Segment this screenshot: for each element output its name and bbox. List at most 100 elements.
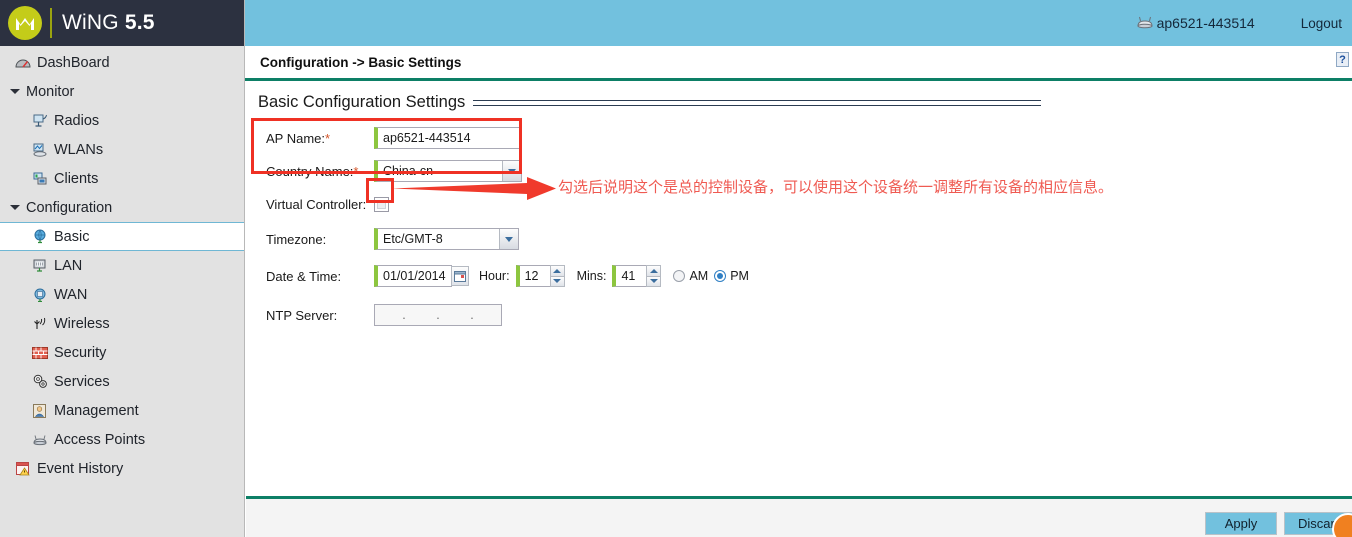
form-row-timezone: Timezone: Etc/GMT-8 (266, 225, 1352, 253)
sidebar-item-label: Access Points (54, 431, 146, 448)
globe-icon (31, 229, 49, 245)
wireless-icon (31, 316, 49, 332)
am-label: AM (689, 269, 709, 283)
hour-input[interactable]: 12 (515, 265, 551, 287)
sidebar-item-label: WLANs (54, 141, 104, 158)
wan-icon (31, 287, 49, 303)
access-point-icon (31, 432, 49, 448)
sidebar-group-configuration[interactable]: Configuration (0, 193, 244, 222)
sidebar-item-lan[interactable]: LAN (0, 251, 244, 280)
basic-configuration-form: AP Name:* ap6521-443514 Country Name:* C… (246, 124, 1352, 329)
sidebar-item-access-points[interactable]: Access Points (0, 425, 244, 454)
hour-stepper-down[interactable] (549, 276, 565, 287)
hour-stepper[interactable] (549, 265, 565, 287)
mins-label: Mins: (576, 269, 607, 283)
sidebar-item-label: Security (54, 344, 107, 361)
sidebar-item-management[interactable]: Management (0, 396, 244, 425)
sidebar-item-security[interactable]: Security (0, 338, 244, 367)
sidebar-item-wireless[interactable]: Wireless (0, 309, 244, 338)
sidebar-item-label: Services (54, 373, 110, 390)
required-marker: * (353, 163, 359, 179)
sidebar-item-wlans[interactable]: WLANs (0, 135, 244, 164)
mins-stepper[interactable] (646, 265, 662, 287)
sidebar: WiNG 5.5 DashBoard Monitor Radios WLANs … (0, 0, 245, 537)
virtual-controller-checkbox[interactable] (374, 196, 389, 212)
apply-button[interactable]: Apply (1205, 512, 1277, 535)
brand-name-light: WiNG (62, 11, 125, 34)
sidebar-item-label: Event History (37, 460, 124, 477)
brand-version: 5.5 (124, 11, 155, 34)
hour-label: Hour: (479, 269, 510, 283)
ntp-octet-separator: . (436, 308, 440, 322)
sidebar-item-label: Clients (54, 170, 99, 187)
ntp-octet-separator: . (470, 308, 474, 322)
calendar-icon[interactable] (451, 266, 469, 286)
application-window: WiNG 5.5 DashBoard Monitor Radios WLANs … (0, 0, 1352, 537)
gears-icon (31, 374, 49, 390)
logout-button[interactable]: Logout (1301, 16, 1342, 31)
required-marker: * (325, 130, 331, 146)
sidebar-item-clients[interactable]: Clients (0, 164, 244, 193)
sidebar-item-label: Management (54, 402, 139, 419)
sidebar-item-label: Basic (54, 228, 90, 245)
help-icon[interactable]: ? (1336, 52, 1349, 67)
sidebar-group-monitor[interactable]: Monitor (0, 77, 244, 106)
sidebar-item-services[interactable]: Services (0, 367, 244, 396)
sidebar-item-label: DashBoard (37, 54, 110, 71)
ntp-octet-separator: . (402, 308, 406, 322)
date-time-label: Date & Time: (266, 268, 342, 284)
triangle-down-icon (10, 205, 20, 210)
top-bar: ap6521-443514 Logout (245, 0, 1352, 46)
sidebar-item-wan[interactable]: WAN (0, 280, 244, 309)
event-history-icon (14, 461, 32, 477)
device-name: ap6521-443514 (1156, 15, 1255, 31)
panel-header: Basic Configuration Settings (246, 81, 1352, 112)
date-input[interactable]: 01/01/2014 (374, 265, 452, 287)
motorola-logo-icon (8, 6, 42, 40)
timezone-label: Timezone: (266, 231, 327, 247)
sidebar-group-label: Monitor (26, 83, 75, 100)
mins-stepper-down[interactable] (646, 276, 662, 287)
dashboard-icon (14, 55, 32, 71)
mins-stepper-up[interactable] (646, 265, 662, 277)
mins-input[interactable]: 41 (612, 265, 648, 287)
country-name-select[interactable]: China-cn (374, 160, 522, 182)
brand-divider (50, 8, 52, 38)
country-name-label: Country Name:* (266, 163, 359, 179)
chevron-down-icon[interactable] (502, 161, 521, 181)
access-point-icon (1135, 15, 1155, 32)
am-radio[interactable] (673, 270, 686, 282)
ntp-server-input[interactable]: . . . (374, 304, 502, 326)
page-title: Basic Configuration Settings (258, 93, 466, 111)
pm-radio[interactable] (714, 270, 727, 282)
ap-name-input[interactable]: ap6521-443514 (374, 127, 522, 149)
content-area: Basic Configuration Settings AP Name:* a… (246, 81, 1352, 496)
pm-label: PM (730, 269, 749, 283)
sidebar-item-dashboard[interactable]: DashBoard (0, 48, 244, 77)
sidebar-item-event-history[interactable]: Event History (0, 454, 244, 483)
footer-bar: Apply Discard (246, 496, 1352, 537)
hour-stepper-up[interactable] (549, 265, 565, 277)
country-name-value: China-cn (383, 164, 434, 178)
triangle-down-icon (10, 89, 20, 94)
breadcrumb: Configuration -> Basic Settings (260, 54, 462, 70)
annotation-note: 勾选后说明这个是总的控制设备，可以使用这个设备统一调整所有设备的相应信息。 (558, 178, 1114, 196)
ap-name-label: AP Name:* (266, 130, 331, 146)
brand-title: WiNG 5.5 (62, 11, 155, 35)
form-row-date-time: Date & Time: 01/01/2014 Hour: 12 Mins: 4… (266, 262, 1352, 290)
firewall-icon (31, 345, 49, 361)
sidebar-item-label: LAN (54, 257, 83, 274)
chevron-down-icon[interactable] (499, 229, 518, 249)
device-indicator: ap6521-443514 (1135, 15, 1255, 32)
sidebar-item-label: WAN (54, 286, 88, 303)
radios-icon (31, 113, 49, 129)
form-row-ap-name: AP Name:* ap6521-443514 (266, 124, 1352, 152)
panel-header-rule (473, 99, 1042, 106)
timezone-select[interactable]: Etc/GMT-8 (374, 228, 519, 250)
sidebar-item-radios[interactable]: Radios (0, 106, 244, 135)
management-icon (31, 403, 49, 419)
ntp-server-label: NTP Server: (266, 307, 338, 323)
sidebar-item-basic[interactable]: Basic (0, 222, 244, 251)
lan-icon (31, 258, 49, 274)
sidebar-item-label: Radios (54, 112, 100, 129)
